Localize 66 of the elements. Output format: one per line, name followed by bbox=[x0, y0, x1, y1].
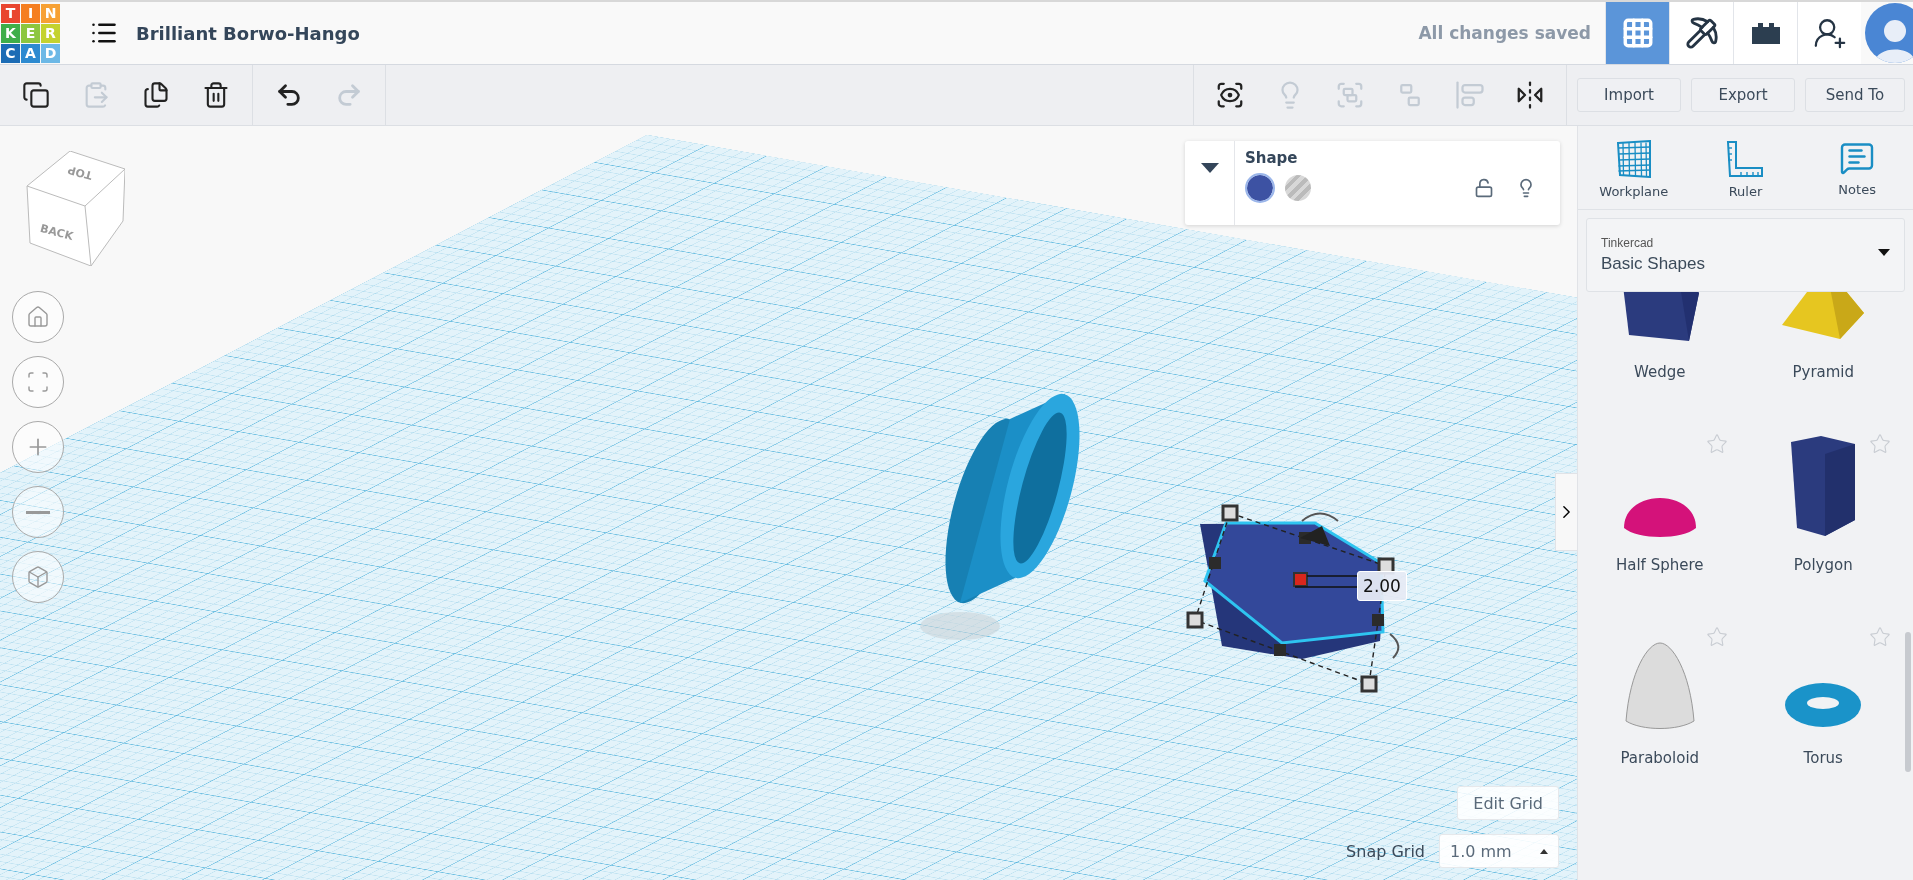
toolbar-text-button[interactable]: Import bbox=[1577, 78, 1681, 112]
solid-color-swatch[interactable] bbox=[1245, 173, 1275, 203]
pickaxe-icon bbox=[1684, 16, 1719, 50]
shape-tile[interactable]: Polygon bbox=[1741, 423, 1905, 616]
toolbar-text-button[interactable]: Send To bbox=[1805, 78, 1905, 112]
view-mode-button[interactable] bbox=[1669, 2, 1733, 64]
shape-tile[interactable]: Torus bbox=[1741, 616, 1905, 809]
home-icon bbox=[26, 305, 50, 329]
duplicate-icon bbox=[142, 81, 170, 109]
zoom-in-button[interactable] bbox=[12, 421, 64, 473]
caret-icon bbox=[1540, 848, 1548, 854]
shape-tile[interactable]: Half Sphere bbox=[1578, 423, 1742, 616]
sidebar-tool-button[interactable]: Workplane bbox=[1583, 140, 1684, 199]
ruler-icon bbox=[1725, 140, 1766, 178]
align-icon bbox=[1455, 80, 1485, 110]
unlock-icon[interactable] bbox=[1474, 178, 1494, 198]
undo-arrow-icon bbox=[275, 81, 303, 109]
zoom-out-button[interactable] bbox=[12, 486, 64, 538]
cube-icon bbox=[26, 565, 50, 589]
dimension-input[interactable]: 2.00 bbox=[1357, 571, 1407, 601]
logo-letter: R bbox=[41, 23, 60, 43]
snap-grid-label: Snap Grid bbox=[1346, 841, 1425, 861]
redo-arrow-icon bbox=[335, 81, 363, 109]
note-icon bbox=[1839, 140, 1876, 176]
logo-letter: N bbox=[41, 3, 60, 23]
invite-user-button[interactable] bbox=[1797, 2, 1861, 64]
workplane-grid-icon bbox=[1614, 140, 1653, 178]
perspective-button[interactable] bbox=[12, 551, 64, 603]
library-dropdown[interactable]: Tinkercad Basic Shapes bbox=[1586, 218, 1905, 292]
logo-letter: T bbox=[1, 3, 20, 23]
group-icon bbox=[1335, 80, 1365, 110]
logo-letter: A bbox=[21, 43, 40, 63]
trash-icon bbox=[202, 81, 230, 109]
logo-letter: E bbox=[21, 23, 40, 43]
caret-icon bbox=[1878, 249, 1890, 256]
corners-icon bbox=[26, 370, 50, 394]
favorite-star-icon[interactable] bbox=[1869, 433, 1891, 455]
scrollbar-thumb[interactable] bbox=[1905, 632, 1911, 772]
view-mode-button[interactable] bbox=[1733, 2, 1797, 64]
favorite-star-icon[interactable] bbox=[1869, 626, 1891, 648]
snap-grid-select[interactable]: 1.0 mm bbox=[1439, 834, 1559, 868]
save-status: All changes saved bbox=[1418, 23, 1591, 43]
favorite-star-icon[interactable] bbox=[1705, 433, 1728, 455]
logo-letter: K bbox=[1, 23, 20, 43]
fit-view-button[interactable] bbox=[12, 356, 64, 408]
favorite-star-icon[interactable] bbox=[1705, 626, 1728, 648]
logo-letter: I bbox=[21, 3, 40, 23]
logo[interactable]: T I N K E R C A D bbox=[1, 3, 60, 63]
toolbar-text-button[interactable]: Export bbox=[1691, 78, 1795, 112]
project-title[interactable]: Brilliant Borwo-Hango bbox=[136, 22, 360, 44]
panel-title: Shape bbox=[1245, 149, 1299, 167]
logo-letter: C bbox=[1, 43, 20, 63]
caret-icon bbox=[1200, 163, 1219, 173]
edit-grid-button[interactable]: Edit Grid bbox=[1457, 786, 1559, 820]
home-view-button[interactable] bbox=[12, 291, 64, 343]
shape-tile[interactable]: Paraboloid bbox=[1578, 616, 1742, 809]
add-user-icon bbox=[1812, 16, 1847, 50]
sidebar-tool-button[interactable]: Ruler bbox=[1695, 140, 1796, 199]
sidebar-tool-button[interactable]: Notes bbox=[1807, 140, 1908, 199]
minus-icon bbox=[26, 510, 50, 514]
shape-tile[interactable]: Pyramid bbox=[1741, 292, 1905, 423]
view-cube-drawing: TOP BACK bbox=[25, 151, 125, 266]
mirror-icon bbox=[1515, 80, 1545, 110]
shape-tile[interactable]: Wedge bbox=[1578, 292, 1742, 423]
logo-letter: D bbox=[41, 43, 60, 63]
copy-icon bbox=[22, 81, 50, 109]
